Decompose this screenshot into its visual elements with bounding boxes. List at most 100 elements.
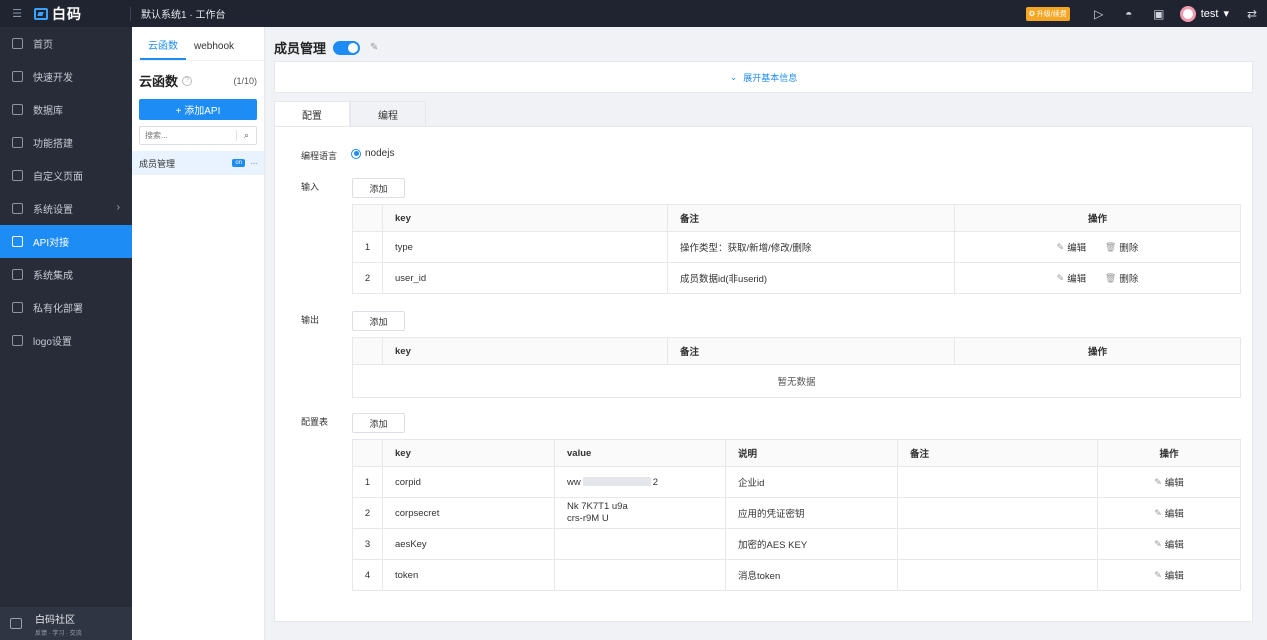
more-icon[interactable]: ··· xyxy=(250,158,258,169)
note-header: 备注 xyxy=(667,337,955,365)
action-header: 操作 xyxy=(954,337,1241,365)
sidebar-item-private-deploy[interactable]: 私有化部署 xyxy=(0,291,132,324)
row-key: corpsecret xyxy=(382,497,555,529)
pencil-icon: ✎ xyxy=(1154,569,1162,580)
switch-icon[interactable]: ⇄ xyxy=(1237,7,1267,21)
tab-config[interactable]: 配置 xyxy=(274,101,350,127)
sidebar-item-integration[interactable]: 系统集成 xyxy=(0,258,132,291)
page-icon xyxy=(12,170,23,181)
upgrade-label: 升级/续费 xyxy=(1036,10,1067,18)
sidebar-item-database[interactable]: 数据库 xyxy=(0,93,132,126)
edit-label: 编辑 xyxy=(1067,274,1087,285)
settings-icon xyxy=(12,203,23,214)
menu-toggle-icon[interactable]: ☰ xyxy=(0,0,34,27)
radio-selected-icon xyxy=(351,148,361,159)
sidebar-item-label: 系统设置 xyxy=(33,205,73,216)
trash-icon: 🗑 xyxy=(1104,272,1117,283)
table-row: 2 user_id 成员数据id(非userid) ✎ 编辑 🗑 删除 xyxy=(352,262,1241,294)
function-panel-title: 云函数 xyxy=(139,74,179,89)
value-line: crs-r9M U xyxy=(567,513,609,524)
sidebar-item-system-settings[interactable]: 系统设置 › xyxy=(0,192,132,225)
pencil-icon: ✎ xyxy=(1154,538,1162,549)
table-row: 1 type 操作类型：获取/新增/修改/删除 ✎ 编辑 🗑 删除 xyxy=(352,231,1241,263)
pencil-icon: ✎ xyxy=(1056,241,1065,252)
user-menu[interactable]: test ▾ xyxy=(1179,5,1229,22)
add-output-button[interactable]: 添加 xyxy=(352,311,405,331)
edit-button[interactable]: ✎ 编辑 xyxy=(1154,506,1184,521)
community-link[interactable]: 白码社区 反馈 · 学习 · 交流 xyxy=(0,607,132,640)
status-badge: on xyxy=(232,159,245,167)
search-input[interactable] xyxy=(140,131,236,140)
robot-icon[interactable]: ◓ xyxy=(1114,7,1144,21)
search-icon[interactable]: ⌕ xyxy=(236,130,256,141)
lang-radio-nodejs[interactable]: nodejs xyxy=(351,148,394,159)
expand-basic-info-button[interactable]: ⌄ 展开基本信息 xyxy=(274,61,1253,93)
key-header: key xyxy=(382,204,668,232)
row-actions: ✎ 编辑 xyxy=(1097,528,1241,560)
sidebar-item-home[interactable]: 首页 xyxy=(0,27,132,60)
row-value: Nk 7K7T1 u9a crs-r9M U xyxy=(554,497,726,529)
add-config-button[interactable]: 添加 xyxy=(352,413,405,433)
table-row: 3 aesKey 加密的AES KEY ✎ 编辑 xyxy=(352,528,1241,560)
tab-cloud-functions[interactable]: 云函数 xyxy=(140,37,186,60)
sidebar-item-label: 首页 xyxy=(33,40,53,51)
row-value xyxy=(554,559,726,591)
edit-title-icon[interactable]: ✎ xyxy=(370,42,378,53)
add-api-button[interactable]: + 添加API xyxy=(139,99,257,120)
pencil-icon: ✎ xyxy=(1056,272,1065,283)
sidebar-item-label: logo设置 xyxy=(33,337,72,348)
edit-label: 编辑 xyxy=(1164,540,1184,551)
community-subtitle: 反馈 · 学习 · 交流 xyxy=(35,630,82,637)
redacted-mask xyxy=(582,477,651,487)
help-icon[interactable]: ? xyxy=(182,75,193,86)
value-visible: ww xyxy=(567,476,581,488)
input-table: key 备注 操作 1 type 操作类型：获取/新增/修改/删除 ✎ 编辑 🗑 删… xyxy=(352,204,1241,294)
row-actions: ✎ 编辑 🗑 删除 xyxy=(954,262,1241,294)
list-item[interactable]: 成员管理 on ··· xyxy=(132,151,264,175)
app-logo[interactable]: 白码 xyxy=(34,4,130,24)
tab-webhook[interactable]: webhook xyxy=(186,41,242,60)
breadcrumb[interactable]: 默认系统1 · 工作台 xyxy=(141,6,225,21)
sidebar-item-build[interactable]: 功能搭建 xyxy=(0,126,132,159)
row-key: token xyxy=(382,559,555,591)
index-header xyxy=(352,204,383,232)
logo-text: 白码 xyxy=(52,5,82,22)
function-tabs: 云函数 webhook xyxy=(132,27,264,61)
pencil-icon: ✎ xyxy=(1154,507,1162,518)
edit-button[interactable]: ✎ 编辑 xyxy=(1154,568,1184,583)
function-search: ⌕ xyxy=(139,126,257,145)
edit-label: 编辑 xyxy=(1164,509,1184,520)
row-note xyxy=(897,466,1098,498)
play-icon[interactable]: ▷ xyxy=(1084,7,1114,21)
row-key: corpid xyxy=(382,466,555,498)
home-icon xyxy=(12,38,23,49)
edit-label: 编辑 xyxy=(1164,571,1184,582)
delete-button[interactable]: 🗑 删除 xyxy=(1105,240,1138,255)
avatar xyxy=(1179,5,1196,22)
edit-button[interactable]: ✎ 编辑 xyxy=(1154,475,1184,490)
config-table-label: 配置表 xyxy=(301,417,329,427)
row-index: 1 xyxy=(352,231,383,263)
row-desc: 消息token xyxy=(725,559,898,591)
enable-toggle[interactable] xyxy=(333,40,361,55)
row-key: aesKey xyxy=(382,528,555,560)
sidebar-item-api[interactable]: API对接 xyxy=(0,225,132,258)
build-icon xyxy=(12,137,23,148)
upgrade-button[interactable]: ✪ 升级/续费 xyxy=(1025,6,1070,21)
tab-programming[interactable]: 编程 xyxy=(350,101,426,127)
document-icon[interactable]: ▣ xyxy=(1144,7,1174,21)
row-actions: ✎ 编辑 xyxy=(1097,466,1241,498)
delete-button[interactable]: 🗑 删除 xyxy=(1104,271,1138,286)
edit-button[interactable]: ✎ 编辑 xyxy=(1154,537,1184,552)
user-name: test xyxy=(1200,7,1219,20)
add-input-button[interactable]: 添加 xyxy=(352,178,405,198)
sidebar-item-custom-page[interactable]: 自定义页面 xyxy=(0,159,132,192)
edit-button[interactable]: ✎ 编辑 xyxy=(1056,271,1087,286)
sidebar-item-label: 数据库 xyxy=(33,106,63,117)
value-line: Nk 7K7T1 u9a xyxy=(567,501,628,512)
chevron-down-icon: ▾ xyxy=(1223,8,1229,20)
sidebar-item-quick-dev[interactable]: 快速开发 xyxy=(0,60,132,93)
sidebar-item-label: 快速开发 xyxy=(33,73,73,84)
sidebar-item-logo-settings[interactable]: logo设置 xyxy=(0,324,132,357)
edit-button[interactable]: ✎ 编辑 xyxy=(1056,240,1087,255)
